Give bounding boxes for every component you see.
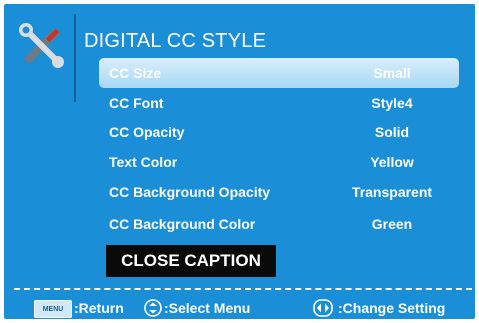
menu-item-cc-font[interactable]: CC Font Style4 [99,88,459,118]
menu-item-value: Yellow [370,154,414,170]
menu-item-value: Transparent [351,184,433,200]
menu-item-value: Small [373,65,411,81]
menu-key-icon: MENU [34,300,72,318]
menu-item-label: CC Font [109,95,164,111]
menu-item-label: CC Background Opacity [109,184,271,200]
menu-item-label: CC Opacity [109,124,185,140]
menu-item-label: CC Size [109,65,162,81]
menu-item-cc-opacity[interactable]: CC Opacity Solid [99,117,459,147]
footer-divider [14,288,472,290]
return-hint: :Return [74,300,124,316]
tools-icon [16,20,68,72]
menu-title: DIGITAL CC STYLE [84,30,267,52]
menu-item-label: CC Background Color [109,216,256,232]
caption-preview: CLOSE CAPTION [106,245,276,277]
menu-item-label: Text Color [109,154,178,170]
change-setting-hint: :Change Setting [338,300,446,316]
footer-hints: MENU :Return :Select Menu :Change Settin… [14,298,472,318]
menu-item-cc-background-color[interactable]: CC Background Color Green [99,209,459,239]
menu-item-value: Solid [374,124,410,140]
select-menu-hint: :Select Menu [164,300,251,316]
menu-item-cc-size[interactable]: CC Size Small [99,58,459,88]
osd-menu-panel: DIGITAL CC STYLE CC Size Small CC Font S… [4,4,475,319]
menu-item-value: Style4 [371,95,413,111]
menu-item-cc-background-opacity[interactable]: CC Background Opacity Transparent [99,177,459,207]
menu-item-value: Green [371,216,413,232]
header-divider [74,14,76,102]
up-down-arrows-icon [144,299,162,317]
left-right-arrows-icon [313,299,333,317]
menu-item-text-color[interactable]: Text Color Yellow [99,147,459,177]
